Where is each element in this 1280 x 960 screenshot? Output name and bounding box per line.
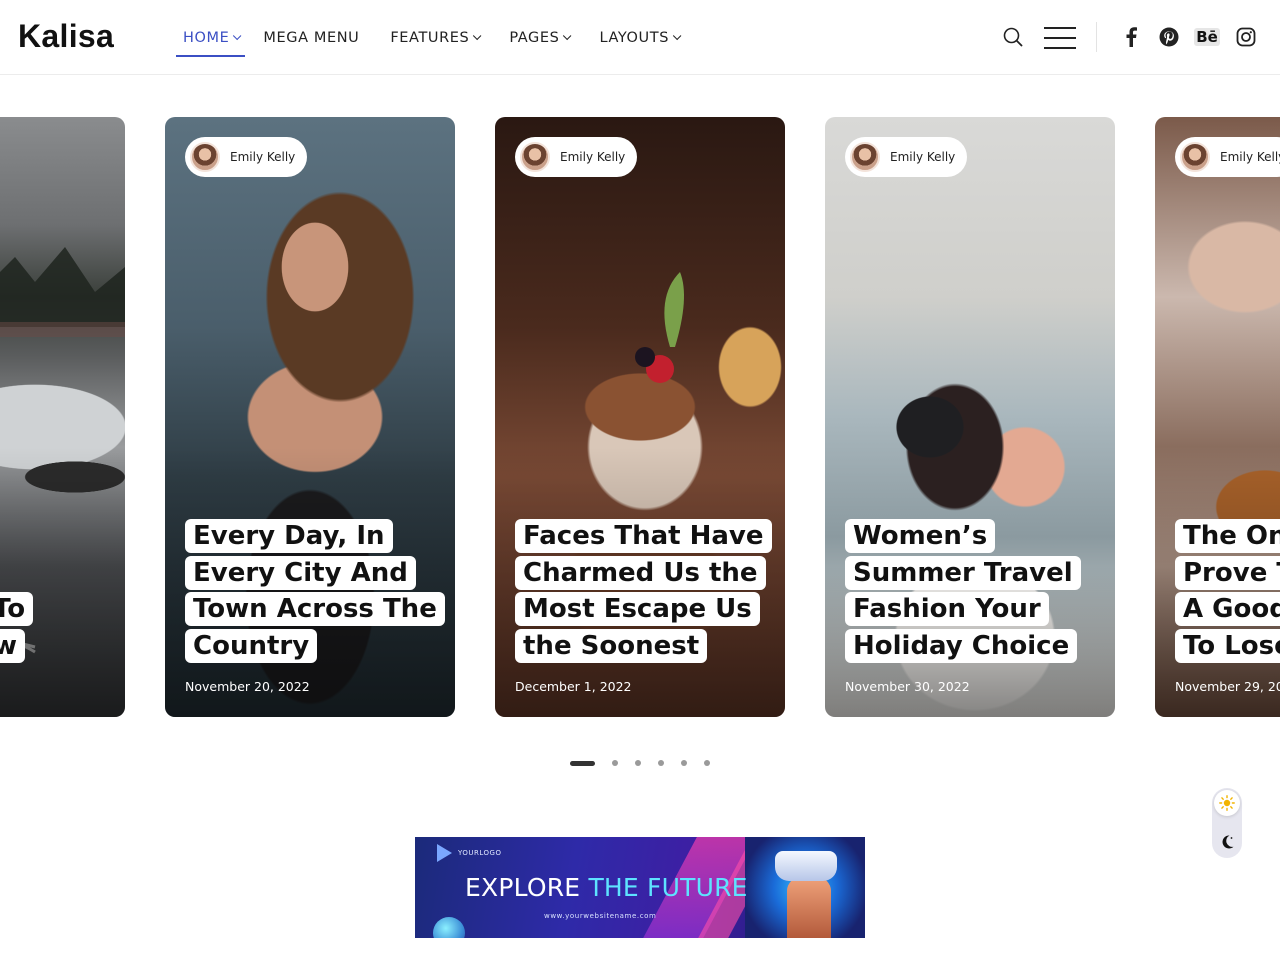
sun-icon[interactable] [1214,790,1240,816]
nav-item-label: FEATURES [390,29,470,46]
theme-toggle[interactable] [1212,788,1242,858]
avatar [190,142,220,172]
author-chip[interactable]: Emily Kelly [1175,137,1280,177]
nav-item-home[interactable]: HOME [176,23,246,57]
author-chip[interactable]: Emily Kelly [185,137,308,177]
card-shade [0,447,125,717]
post-title-text: Faces That Have Charmed Us the Most Esca… [515,519,772,663]
post-card[interactable]: Emily Kelly The Onl Prove T A Good To Lo… [1155,117,1280,717]
advertisement-banner[interactable]: YOURLOGO EXPLORE THE FUTURE www.yourwebs… [415,837,865,938]
post-card[interactable]: To w [0,117,125,717]
post-title-text: Every Day, In Every City And Town Across… [185,519,445,663]
author-chip[interactable]: Emily Kelly [845,137,968,177]
post-card[interactable]: Emily Kelly Faces That Have Charmed Us t… [495,117,785,717]
vr-headset-image [775,851,837,881]
post-title[interactable]: Faces That Have Charmed Us the Most Esca… [515,518,775,664]
behance-glyph: Bē [1194,28,1220,46]
chevron-down-icon [473,31,482,40]
pagination-dot[interactable] [704,760,710,766]
behance-icon[interactable]: Bē [1194,26,1220,48]
header-divider [1096,22,1097,52]
play-icon [437,844,452,862]
post-date: December 1, 2022 [515,679,632,694]
nav-item-pages[interactable]: PAGES [509,23,575,53]
avatar [1180,142,1210,172]
nav-item-label: PAGES [509,29,560,46]
post-title[interactable]: Every Day, In Every City And Town Across… [185,518,445,664]
author-chip[interactable]: Emily Kelly [515,137,638,177]
post-date: November 29, 20 [1175,679,1280,694]
author-name: Emily Kelly [1220,150,1280,164]
facebook-icon[interactable] [1120,26,1142,48]
featured-slider[interactable]: To w Emily Kelly Every Day, In Every Cit… [0,117,1280,717]
avatar [520,142,550,172]
site-header: Kalisa HOME MEGA MENU FEATURES PAGES LAY… [0,0,1280,75]
chevron-down-icon [563,31,572,40]
nav-item-features[interactable]: FEATURES [390,23,485,53]
post-title[interactable]: Women’s Summer Travel Fashion Your Holid… [845,518,1105,664]
post-date: November 30, 2022 [845,679,970,694]
avatar [850,142,880,172]
vr-person-image [787,877,831,938]
nav-item-mega-menu[interactable]: MEGA MENU [263,23,366,53]
pagination-dot[interactable] [658,760,664,766]
search-icon[interactable] [1003,27,1023,47]
post-title-text: To w [0,592,34,663]
slider-pagination [570,760,727,766]
nav-item-label: MEGA MENU [263,29,360,46]
banner-headline-accent: THE FUTURE [588,873,748,902]
pagination-dot[interactable] [681,760,687,766]
banner-decoration [433,917,465,938]
site-logo[interactable]: Kalisa [18,18,114,55]
banner-url: www.yourwebsitename.com [544,912,657,920]
chevron-down-icon [233,31,242,40]
moon-icon[interactable] [1214,829,1240,855]
instagram-icon[interactable] [1235,26,1257,48]
nav-item-label: HOME [183,29,230,46]
nav-item-layouts[interactable]: LAYOUTS [599,23,685,53]
banner-headline: EXPLORE THE FUTURE [465,873,748,902]
author-name: Emily Kelly [890,150,956,164]
author-name: Emily Kelly [560,150,626,164]
author-name: Emily Kelly [230,150,296,164]
post-card[interactable]: Emily Kelly Every Day, In Every City And… [165,117,455,717]
main-nav: HOME MEGA MENU FEATURES PAGES LAYOUTS [176,0,709,75]
nav-item-label: LAYOUTS [599,29,670,46]
pagination-dot[interactable] [612,760,618,766]
post-card[interactable]: Emily Kelly Women’s Summer Travel Fashio… [825,117,1115,717]
pagination-dot[interactable] [635,760,641,766]
pinterest-icon[interactable] [1158,26,1180,48]
banner-logo-text: YOURLOGO [458,849,502,857]
banner-headline-start: EXPLORE [465,873,589,902]
post-title[interactable]: The Onl Prove T A Good To Lose [1175,518,1280,664]
post-title-text: The Onl Prove T A Good To Lose [1175,519,1280,663]
banner-logo: YOURLOGO [437,844,501,862]
pagination-dot[interactable] [570,760,595,766]
hamburger-menu-icon[interactable] [1044,27,1076,49]
post-title-text: Women’s Summer Travel Fashion Your Holid… [845,519,1081,663]
chevron-down-icon [672,31,682,40]
post-date: November 20, 2022 [185,679,310,694]
post-title[interactable]: To w [0,591,125,664]
